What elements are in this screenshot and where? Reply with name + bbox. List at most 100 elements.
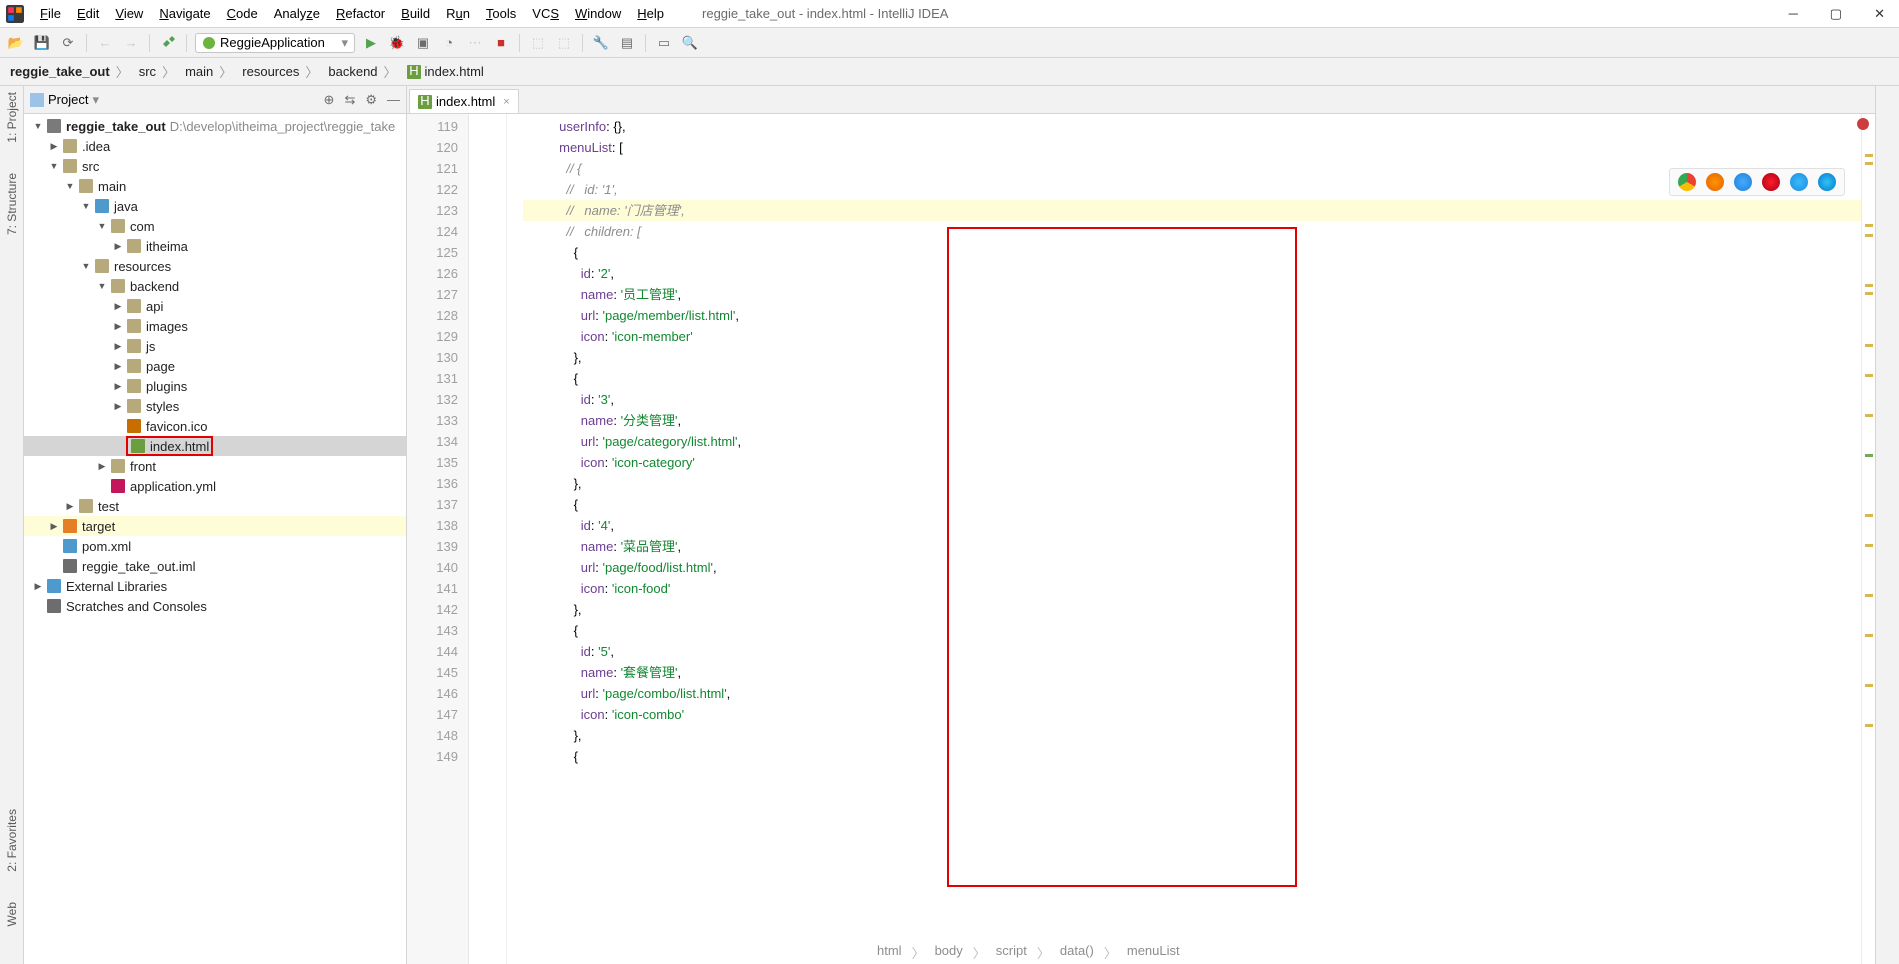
menu-code[interactable]: Code — [219, 4, 266, 23]
tree-item[interactable]: ▼src — [24, 156, 406, 176]
menu-edit[interactable]: Edit — [69, 4, 107, 23]
breadcrumb[interactable]: main〉 — [181, 62, 238, 81]
tree-item[interactable]: ▶api — [24, 296, 406, 316]
search-icon[interactable]: 🔍 — [680, 33, 700, 53]
run-config-label: ReggieApplication — [220, 35, 325, 50]
structure-icon[interactable]: ▤ — [617, 33, 637, 53]
tree-item[interactable]: ▼resources — [24, 256, 406, 276]
menu-vcs[interactable]: VCS — [524, 4, 567, 23]
code-editor[interactable]: userInfo: {}, menuList: [ // { // id: '1… — [507, 114, 1861, 964]
run-icon[interactable]: ▶ — [361, 33, 381, 53]
strip-project[interactable]: 1: Project — [5, 92, 19, 143]
debug-icon[interactable]: 🐞 — [387, 33, 407, 53]
tree-item[interactable]: favicon.ico — [24, 416, 406, 436]
breadcrumb[interactable]: backend〉 — [324, 62, 402, 81]
menu-navigate[interactable]: Navigate — [151, 4, 218, 23]
app-logo-icon — [6, 5, 24, 23]
menu-help[interactable]: Help — [629, 4, 672, 23]
tree-item[interactable]: ▶images — [24, 316, 406, 336]
strip-favorites[interactable]: 2: Favorites — [5, 809, 19, 872]
navigation-bar: reggie_take_out〉 src〉 main〉 resources〉 b… — [0, 58, 1899, 86]
menu-refactor[interactable]: Refactor — [328, 4, 393, 23]
wrench-icon[interactable]: 🔧 — [591, 33, 611, 53]
menu-run[interactable]: Run — [438, 4, 478, 23]
save-icon[interactable]: 💾 — [32, 33, 52, 53]
editor-tab-index[interactable]: H index.html × — [409, 89, 519, 113]
attach-icon[interactable]: ⋯ — [465, 33, 485, 53]
vcs-icon[interactable]: ⬚ — [554, 33, 574, 53]
tree-item[interactable]: application.yml — [24, 476, 406, 496]
breadcrumb[interactable]: reggie_take_out〉 — [6, 62, 135, 81]
strip-web[interactable]: Web — [5, 902, 19, 926]
profile-icon[interactable]: ◔ — [439, 33, 459, 53]
tree-item[interactable]: ▶page — [24, 356, 406, 376]
tree-item[interactable]: ▼reggie_take_outD:\develop\itheima_proje… — [24, 116, 406, 136]
project-header[interactable]: Project ▾ — [30, 92, 99, 108]
menu-window[interactable]: Window — [567, 4, 629, 23]
tree-item[interactable]: ▶styles — [24, 396, 406, 416]
tree-item[interactable]: ▶test — [24, 496, 406, 516]
opera-icon[interactable] — [1762, 173, 1780, 191]
tree-item[interactable]: reggie_take_out.iml — [24, 556, 406, 576]
stop-icon[interactable]: ■ — [491, 33, 511, 53]
tab-label: index.html — [436, 94, 495, 109]
window-minimize-button[interactable]: ─ — [1789, 6, 1798, 22]
error-indicator-icon[interactable] — [1857, 118, 1869, 130]
html-file-icon: H — [418, 95, 432, 109]
tree-item[interactable]: ▶itheima — [24, 236, 406, 256]
line-number-gutter[interactable]: 1191201211221231241251261271281291301311… — [407, 114, 469, 964]
close-icon[interactable]: × — [503, 96, 509, 108]
chrome-icon[interactable] — [1678, 173, 1696, 191]
error-stripe[interactable] — [1861, 114, 1875, 964]
back-icon[interactable]: ← — [95, 33, 115, 53]
build-hammer-icon[interactable] — [158, 33, 178, 53]
menu-build[interactable]: Build — [393, 4, 438, 23]
tree-item[interactable]: ▼main — [24, 176, 406, 196]
run-config-selector[interactable]: ReggieApplication ▾ — [195, 33, 355, 53]
menu-analyze[interactable]: Analyze — [266, 4, 328, 23]
project-tree[interactable]: ▼reggie_take_outD:\develop\itheima_proje… — [24, 114, 406, 964]
edge-icon[interactable] — [1818, 173, 1836, 191]
tree-item[interactable]: ▶plugins — [24, 376, 406, 396]
chevron-down-icon: ▾ — [92, 92, 99, 108]
avd-icon[interactable]: ▭ — [654, 33, 674, 53]
tree-item[interactable]: ▶.idea — [24, 136, 406, 156]
tree-item[interactable]: Scratches and Consoles — [24, 596, 406, 616]
sync-icon[interactable]: ⟳ — [58, 33, 78, 53]
window-close-button[interactable]: ✕ — [1874, 6, 1885, 22]
window-maximize-button[interactable]: ▢ — [1830, 6, 1842, 22]
tree-item[interactable]: ▼com — [24, 216, 406, 236]
coverage-icon[interactable]: ▣ — [413, 33, 433, 53]
breadcrumb[interactable]: resources〉 — [238, 62, 324, 81]
tree-item[interactable]: ▶target — [24, 516, 406, 536]
menu-view[interactable]: View — [107, 4, 151, 23]
firefox-icon[interactable] — [1706, 173, 1724, 191]
hide-icon[interactable]: — — [387, 92, 400, 108]
menu-file[interactable]: File — [32, 4, 69, 23]
tree-item[interactable]: ▼backend — [24, 276, 406, 296]
breadcrumb[interactable]: H index.html — [403, 64, 488, 79]
forward-icon[interactable]: → — [121, 33, 141, 53]
open-icon[interactable]: 📂 — [6, 33, 26, 53]
breadcrumb[interactable]: src〉 — [135, 62, 181, 81]
tree-item[interactable]: ▼java — [24, 196, 406, 216]
ie-icon[interactable] — [1790, 173, 1808, 191]
tree-item[interactable]: ▶External Libraries — [24, 576, 406, 596]
strip-structure[interactable]: 7: Structure — [5, 173, 19, 235]
menubar: File Edit View Navigate Code Analyze Ref… — [0, 0, 1899, 28]
tree-item[interactable]: pom.xml — [24, 536, 406, 556]
editor-breadcrumbs[interactable]: html〉body〉script〉data()〉menuList — [877, 941, 1180, 964]
expand-icon[interactable]: ⇆ — [344, 92, 355, 108]
spring-boot-icon — [202, 36, 216, 50]
svg-text:H: H — [409, 65, 418, 78]
icon-gutter[interactable] — [469, 114, 507, 964]
update-icon[interactable]: ⬚ — [528, 33, 548, 53]
gear-icon[interactable]: ⚙ — [365, 92, 377, 108]
tree-item[interactable]: ▶js — [24, 336, 406, 356]
menu-tools[interactable]: Tools — [478, 4, 524, 23]
locate-icon[interactable]: ⊕ — [324, 92, 335, 108]
safari-icon[interactable] — [1734, 173, 1752, 191]
project-tool-window: Project ▾ ⊕ ⇆ ⚙ — ▼reggie_take_outD:\dev… — [24, 86, 407, 964]
tree-item[interactable]: ▶front — [24, 456, 406, 476]
tree-item[interactable]: index.html — [24, 436, 406, 456]
